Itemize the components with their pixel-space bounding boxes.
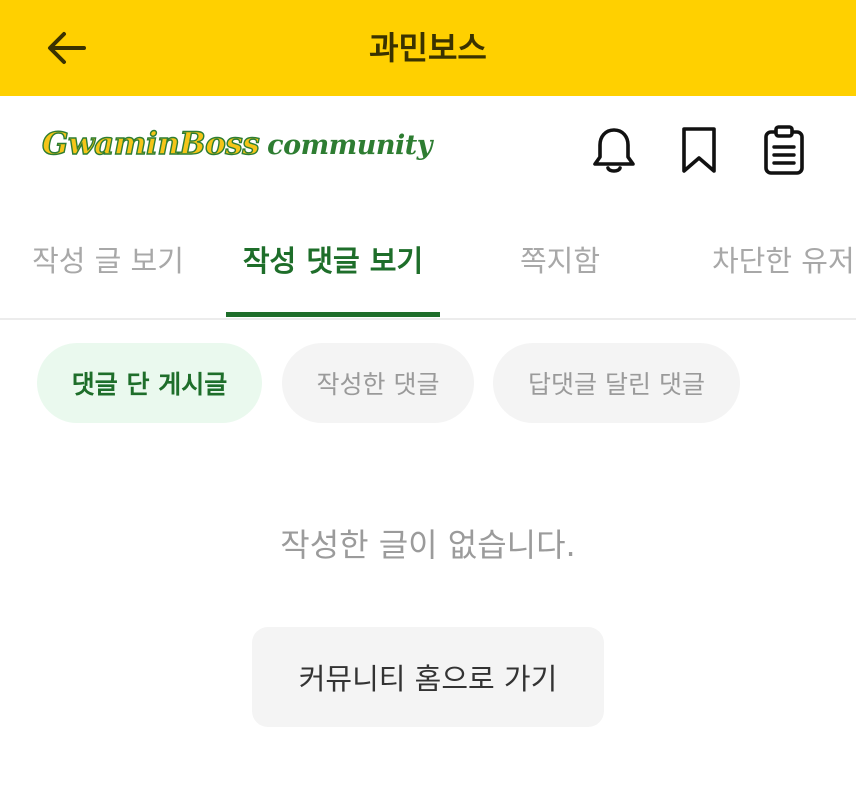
clipboard-icon <box>764 125 804 175</box>
chip-commented-posts[interactable]: 댓글 단 게시글 <box>37 343 262 423</box>
tab-my-posts[interactable]: 작성 글 보기 <box>30 218 186 316</box>
active-tab-indicator <box>226 312 440 317</box>
page-title: 과민보스 <box>369 29 487 67</box>
bookmarks-button[interactable] <box>673 124 725 176</box>
back-button[interactable] <box>40 24 92 72</box>
tab-messages[interactable]: 쪽지함 <box>500 218 620 316</box>
bookmark-icon <box>682 127 716 173</box>
community-logo[interactable]: GwaminBoss community <box>41 125 432 168</box>
arrow-left-icon <box>48 32 86 64</box>
chip-replied-comments[interactable]: 답댓글 달린 댓글 <box>493 343 740 423</box>
logo-community-text: community <box>267 130 432 161</box>
logo-brand-text: GwaminBoss <box>41 125 260 162</box>
go-community-home-button[interactable]: 커뮤니티 홈으로 가기 <box>252 627 604 727</box>
tab-blocked-users[interactable]: 차단한 유저 <box>712 218 856 316</box>
my-posts-button[interactable] <box>758 124 810 176</box>
empty-state-message: 작성한 글이 없습니다. <box>280 526 576 564</box>
community-header: GwaminBoss community <box>0 96 856 204</box>
bell-icon <box>593 128 635 173</box>
tab-my-comments[interactable]: 작성 댓글 보기 <box>226 218 440 316</box>
tab-bar: 작성 글 보기 작성 댓글 보기 쪽지함 차단한 유저 <box>0 218 856 320</box>
app-bar: 과민보스 <box>0 0 856 96</box>
chip-my-comments[interactable]: 작성한 댓글 <box>282 343 474 423</box>
notifications-button[interactable] <box>588 124 640 176</box>
